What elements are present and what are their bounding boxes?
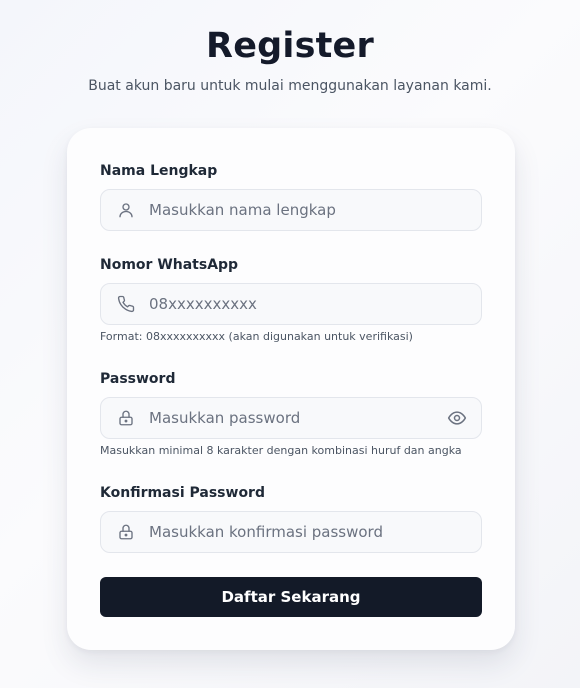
full-name-label: Nama Lengkap	[100, 163, 218, 179]
confirm-password-field[interactable]	[100, 511, 482, 553]
whatsapp-field[interactable]	[100, 283, 482, 325]
page-subtitle: Buat akun baru untuk mulai menggunakan l…	[88, 78, 492, 94]
register-submit-button[interactable]: Daftar Sekarang	[100, 577, 482, 617]
confirm-password-input[interactable]	[149, 512, 429, 552]
eye-icon[interactable]	[447, 408, 467, 428]
confirm-password-label: Konfirmasi Password	[100, 485, 265, 501]
password-input[interactable]	[149, 398, 429, 438]
full-name-field[interactable]	[100, 189, 482, 231]
full-name-input[interactable]	[149, 190, 429, 230]
whatsapp-label: Nomor WhatsApp	[100, 257, 239, 273]
password-label: Password	[100, 371, 176, 387]
password-field[interactable]	[100, 397, 482, 439]
lock-icon	[117, 409, 135, 427]
phone-icon	[117, 295, 135, 313]
whatsapp-hint: Format: 08xxxxxxxxxx (akan digunakan unt…	[100, 330, 413, 343]
whatsapp-input[interactable]	[149, 284, 429, 324]
lock-icon	[117, 523, 135, 541]
page-title: Register	[206, 26, 374, 66]
register-card: Nama Lengkap Nomor WhatsApp Format: 08xx…	[67, 128, 515, 650]
password-hint: Masukkan minimal 8 karakter dengan kombi…	[100, 444, 462, 457]
user-icon	[117, 201, 135, 219]
